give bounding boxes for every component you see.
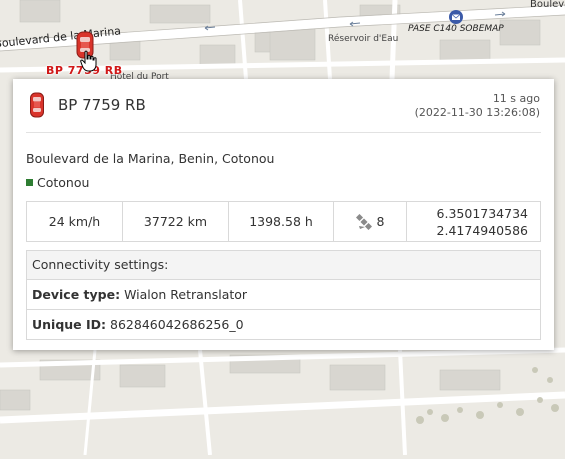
vehicle-icon bbox=[30, 92, 44, 118]
engine-hours-cell: 1398.58 h bbox=[229, 202, 334, 241]
map-label-reservoir: Réservoir d'Eau bbox=[328, 34, 399, 44]
unique-id-row: Unique ID: 862846042686256_0 bbox=[27, 310, 540, 339]
connectivity-header: Connectivity settings: bbox=[27, 251, 540, 280]
hand-cursor-icon bbox=[80, 50, 97, 72]
satellites-count: 8 bbox=[376, 214, 385, 229]
unit-name: BP 7759 RB bbox=[58, 96, 146, 114]
unique-id-value: 862846042686256_0 bbox=[110, 317, 244, 332]
unit-info-popup: BP 7759 RB 11 s ago (2022-11-30 13:26:08… bbox=[13, 79, 554, 350]
longitude-value: 2.4174940586 bbox=[436, 222, 528, 238]
header-divider bbox=[26, 132, 541, 133]
satellite-icon bbox=[355, 213, 372, 230]
map-label-poi: PASE C140 SOBEMAP bbox=[408, 24, 504, 34]
device-type-row: Device type: Wialon Retranslator bbox=[27, 280, 540, 310]
map-label-boulevard: Boulevard bbox=[530, 0, 565, 10]
post-office-icon bbox=[449, 10, 463, 24]
unique-id-label: Unique ID: bbox=[32, 317, 107, 332]
unit-address: Boulevard de la Marina, Benin, Cotonou bbox=[26, 151, 275, 166]
last-message-ago: 11 s ago bbox=[492, 92, 540, 105]
geofence-name: Cotonou bbox=[37, 175, 90, 190]
latitude-value: 6.3501734734 bbox=[436, 205, 528, 221]
speed-cell: 24 km/h bbox=[27, 202, 123, 241]
coordinates-cell: 6.3501734734 2.4174940586 bbox=[407, 202, 540, 241]
last-message-time: (2022-11-30 13:26:08) bbox=[414, 106, 540, 119]
connectivity-table: Connectivity settings: Device type: Wial… bbox=[26, 250, 541, 340]
popup-header: BP 7759 RB 11 s ago (2022-11-30 13:26:08… bbox=[13, 79, 554, 131]
satellites-cell: 8 bbox=[334, 202, 407, 241]
device-type-value: Wialon Retranslator bbox=[124, 287, 248, 302]
mileage-cell: 37722 km bbox=[123, 202, 229, 241]
stats-table: 24 km/h 37722 km 1398.58 h 8 6.350173473… bbox=[26, 201, 541, 242]
geofence-color-icon bbox=[26, 179, 33, 186]
geofence-row: Cotonou bbox=[26, 175, 89, 190]
device-type-label: Device type: bbox=[32, 287, 121, 302]
